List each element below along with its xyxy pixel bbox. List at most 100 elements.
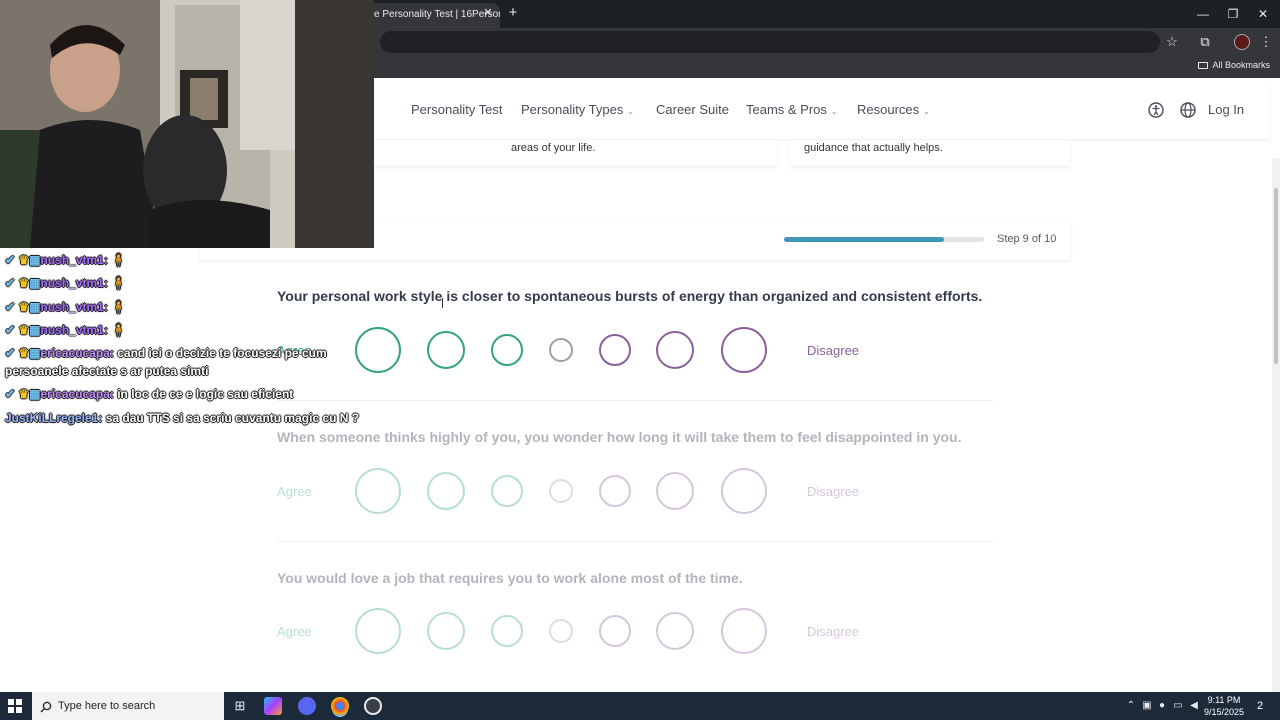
nav-label: Teams & Pros [746,102,827,117]
volume-icon[interactable]: ◀ [1187,699,1201,713]
login-link[interactable]: Log In [1208,102,1244,117]
answer-option-1[interactable] [355,608,401,654]
info-card-text: guidance that actually helps. [804,142,943,154]
microphone-icon[interactable]: ● [1155,699,1169,713]
globe-icon[interactable] [1179,101,1197,119]
folder-icon [1198,62,1209,70]
chevron-down-icon: ⌄ [923,107,930,116]
chevron-down-icon: ⌄ [830,107,838,116]
bookmark-star-icon[interactable]: ☆ [1163,33,1181,51]
maximize-button[interactable]: ❐ [1222,4,1244,24]
copilot-icon[interactable] [264,697,282,715]
answer-option-6[interactable] [656,612,694,650]
answer-option-1[interactable] [355,468,401,514]
chat-username: ericacucapa: [40,346,118,360]
task-view-icon[interactable]: ⊞ [231,697,249,715]
nav-resources[interactable]: Resources ⌄ [857,102,930,117]
all-bookmarks-label: All Bookmarks [1212,60,1270,70]
chat-username: JustKiLLregele1: [5,411,106,425]
answer-option-1[interactable] [355,327,401,373]
windows-start-icon[interactable] [8,699,22,713]
accessibility-icon[interactable] [1147,101,1165,119]
text-cursor-icon [442,298,447,308]
nav-personality-types[interactable]: Personality Types ⌄ [521,102,634,117]
answer-option-4[interactable] [549,338,573,362]
crown-badge-icon: ♛ [18,300,30,314]
question-text: Your personal work style is closer to sp… [277,288,983,304]
answer-option-6[interactable] [656,472,694,510]
profile-avatar[interactable] [1234,34,1250,50]
verified-badge-icon: ✔ [5,300,19,314]
tray-app-icon[interactable]: ▣ [1140,699,1154,713]
minimize-button[interactable]: — [1192,4,1214,24]
answer-option-5[interactable] [599,334,631,366]
chrome-icon[interactable] [331,697,349,715]
crown-badge-icon: ♛ [18,253,30,267]
discord-icon[interactable] [298,697,316,715]
webcam-overlay [0,0,374,248]
new-tab-button[interactable]: + [504,4,522,22]
nav-teams-pros[interactable]: Teams & Pros ⌄ [746,102,838,117]
chat-message: ✔ ♛▦nush_vtm1: 🧍 [5,300,126,314]
address-bar[interactable] [380,31,1160,53]
answer-option-7[interactable] [721,468,767,514]
close-window-button[interactable]: ✕ [1252,4,1274,24]
search-icon [40,701,52,713]
tray-chevron-up-icon[interactable]: ⌃ [1124,699,1138,713]
info-card-text: areas of your life. [511,142,596,154]
question-divider [277,541,993,542]
answer-option-5[interactable] [599,615,631,647]
notification-icon[interactable]: 2 [1252,698,1268,714]
nav-label: Personality Test [411,102,503,117]
chat-message: ✔ ♛▦nush_vtm1: 🧍 [5,323,126,337]
nav-label: Career Suite [656,102,729,117]
answer-option-2[interactable] [427,472,465,510]
chat-text: 🧍 [111,276,127,290]
webcam-image [0,0,374,248]
answer-option-3[interactable] [491,475,523,507]
info-card: areas of your life. [330,140,777,166]
verified-badge-icon: ✔ [5,323,19,337]
network-icon[interactable]: ▭ [1171,699,1185,713]
chat-message: ✔ ♛▦nush_vtm1: 🧍 [5,276,126,290]
subscriber-badge-icon: ▦ [29,300,41,314]
answer-option-2[interactable] [427,331,465,369]
subscriber-badge-icon: ▦ [29,346,41,360]
answer-option-7[interactable] [721,327,767,373]
answer-option-3[interactable] [491,334,523,366]
nav-personality-test[interactable]: Personality Test [411,102,503,117]
answer-option-4[interactable] [549,479,573,503]
clock-time: 9:11 PM [1207,695,1241,705]
answer-option-2[interactable] [427,612,465,650]
taskbar-clock[interactable]: 9:11 PM 9/15/2025 [1200,694,1248,718]
answer-option-6[interactable] [656,331,694,369]
clock-date: 9/15/2025 [1203,707,1245,717]
chat-message: JustKiLLregele1: sa dau TTS si sa scriu … [5,411,359,425]
chat-username: nush_vtm1: [40,276,112,290]
nav-career-suite[interactable]: Career Suite [656,102,729,117]
answer-option-4[interactable] [549,619,573,643]
chevron-down-icon: ⌄ [627,107,635,116]
tab-close-icon[interactable]: ✕ [480,5,496,21]
question-divider [277,400,993,401]
crown-badge-icon: ♛ [18,387,30,401]
nav-label: Personality Types [521,102,624,117]
answer-option-7[interactable] [721,608,767,654]
verified-badge-icon: ✔ [5,387,19,401]
crown-badge-icon: ♛ [18,276,30,290]
chat-username: nush_vtm1: [40,300,112,314]
answer-option-5[interactable] [599,475,631,507]
answer-option-3[interactable] [491,615,523,647]
verified-badge-icon: ✔ [5,276,19,290]
all-bookmarks-button[interactable]: All Bookmarks [1198,60,1270,70]
obs-icon[interactable] [364,697,382,715]
agree-label: Agree [277,624,312,639]
extensions-icon[interactable]: ⧉ [1196,33,1214,51]
crown-badge-icon: ♛ [18,346,30,360]
chat-message: ✔ ♛▦ericacucapa: cand iei o decizie te f… [5,346,327,360]
chat-text: 🧍 [111,323,127,337]
notification-count: 2 [1256,700,1264,712]
menu-dots-icon[interactable]: ⋮ [1257,33,1275,51]
scrollbar-thumb[interactable] [1274,188,1278,364]
subscriber-badge-icon: ▦ [29,387,41,401]
